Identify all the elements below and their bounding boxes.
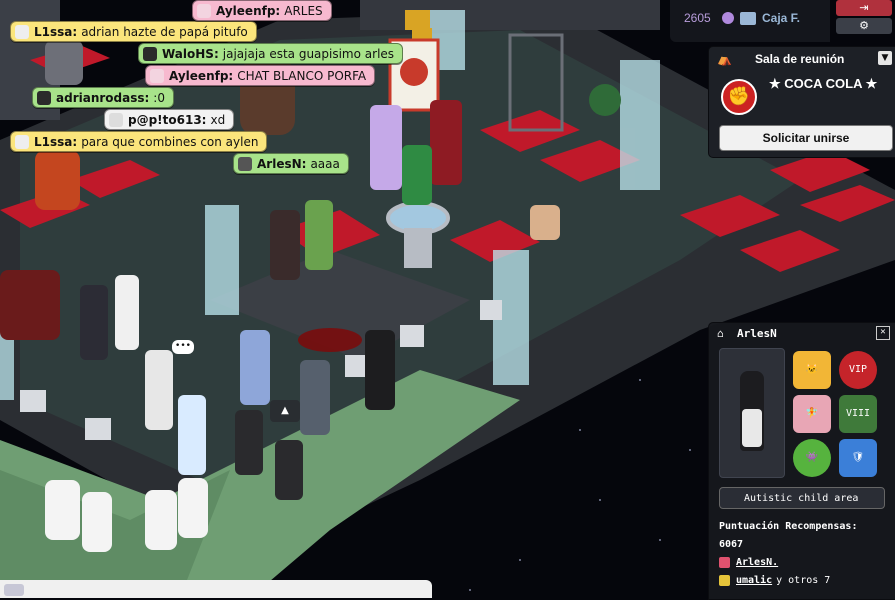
chat-bubble: L1ssa: para que combines con aylen <box>10 131 268 152</box>
chat-avatar-icon <box>15 24 29 39</box>
chat-username: Ayleenfp: <box>216 3 281 18</box>
fairy-badge[interactable]: 🧚 <box>793 395 831 433</box>
chat-text: ARLES <box>284 3 323 18</box>
chat-text: adrian hazte de papá pitufo <box>81 24 248 39</box>
rewards-score-label: Puntuación Recompensas: <box>719 521 858 532</box>
group-name[interactable]: ★ COCA COLA ★ <box>769 76 877 92</box>
chat-text: :0 <box>153 90 165 105</box>
chat-username: L1ssa: <box>34 24 78 39</box>
heart-icon <box>719 557 730 568</box>
group-badge-icon[interactable]: ✊ <box>721 79 757 115</box>
smile-icon <box>719 575 730 586</box>
chevron-down-icon: ▼ <box>881 53 889 63</box>
chat-avatar-icon <box>238 156 252 171</box>
home-icon[interactable]: ⌂ <box>717 327 724 340</box>
group-panel-title: Sala de reunión <box>755 52 845 66</box>
settings-button[interactable]: ⚙ <box>836 18 892 34</box>
chat-username: WaloHS: <box>162 46 219 61</box>
cat-badge[interactable]: 🐱 <box>793 351 831 389</box>
caja-link[interactable]: Caja F. <box>762 11 800 25</box>
chat-avatar-icon <box>15 134 29 149</box>
chat-bubble: adrianrodass: :0 <box>32 87 174 108</box>
chat-username: L1ssa: <box>34 134 78 149</box>
gear-icon: ⚙ <box>859 19 869 32</box>
room-group-panel: ⛺ Sala de reunión ▼ ✊ ★ COCA COLA ★ Soli… <box>708 46 895 158</box>
potted-plant <box>589 84 621 116</box>
blood-splatter <box>298 328 362 352</box>
typing-indicator: ••• <box>172 340 194 354</box>
monster-badge[interactable]: 👾 <box>793 439 831 477</box>
chat-text: jajajaja esta guapisimo arles <box>222 46 395 61</box>
relationship-row: umalic y otros 7 <box>719 575 830 586</box>
panel-username: ArlesN <box>737 327 777 340</box>
chat-text: xd <box>210 112 226 127</box>
chat-bubble: L1ssa: adrian hazte de papá pitufo <box>10 21 257 42</box>
exit-icon: ⇥ <box>859 1 869 14</box>
chat-avatar-icon <box>150 68 164 83</box>
join-group-button[interactable]: Solicitar unirse <box>719 125 893 151</box>
scroll-up-icon[interactable]: ▲ <box>270 400 300 422</box>
pram <box>0 270 60 340</box>
exit-button[interactable]: ⇥ <box>836 0 892 16</box>
chat-avatar-icon <box>197 3 211 18</box>
chat-avatar-icon <box>109 112 123 127</box>
chat-bubble: Ayleenfp: ARLES <box>192 0 332 21</box>
collapse-button[interactable]: ▼ <box>878 51 892 65</box>
chat-bubble: p@p!to613: xd <box>104 109 235 130</box>
relationship-extra: y otros 7 <box>776 575 831 586</box>
group-panel-header: ⛺ Sala de reunión <box>709 47 895 71</box>
chat-text: aaaa <box>310 156 340 171</box>
chat-bubble: ArlesN: aaaa <box>233 153 349 174</box>
user-avatar-figure <box>719 348 785 478</box>
rewards-score-value: 6067 <box>719 539 744 550</box>
relationship-row: ArlesN. <box>719 557 782 568</box>
chat-username: adrianrodass: <box>56 90 150 105</box>
shield-badge[interactable]: 🛡 <box>839 439 877 477</box>
chat-text: CHAT BLANCO PORFA <box>237 68 367 83</box>
vip-badge[interactable]: VIP <box>839 351 877 389</box>
chat-bubble: WaloHS: jajajaja esta guapisimo arles <box>138 43 404 64</box>
relationship-user-link[interactable]: ArlesN. <box>736 557 778 568</box>
relationship-user-link[interactable]: umalic <box>736 575 772 586</box>
duckets-icon <box>722 12 734 24</box>
user-info-panel: ⌂ ArlesN ✕ 🐱 VIP 🧚 VIII 👾 🛡 Autistic chi… <box>708 322 895 600</box>
vii-badge[interactable]: VIII <box>839 395 877 433</box>
user-motto[interactable]: Autistic child area <box>719 487 885 509</box>
chat-input-bar[interactable] <box>0 580 432 598</box>
close-icon[interactable]: ✕ <box>876 326 890 340</box>
chat-avatar-icon <box>143 46 157 61</box>
chat-username: p@p!to613: <box>128 112 207 127</box>
chat-username: Ayleenfp: <box>169 68 234 83</box>
duckets-count: 2605 <box>684 11 711 25</box>
chat-style-icon[interactable] <box>4 584 24 596</box>
meeting-room-icon: ⛺ <box>717 52 732 66</box>
chat-bubble: Ayleenfp: CHAT BLANCO PORFA <box>145 65 376 86</box>
chat-text: para que combines con aylen <box>81 134 259 149</box>
chat-username: ArlesN: <box>257 156 307 171</box>
chat-avatar-icon <box>37 90 51 105</box>
box-icon[interactable] <box>740 12 756 25</box>
